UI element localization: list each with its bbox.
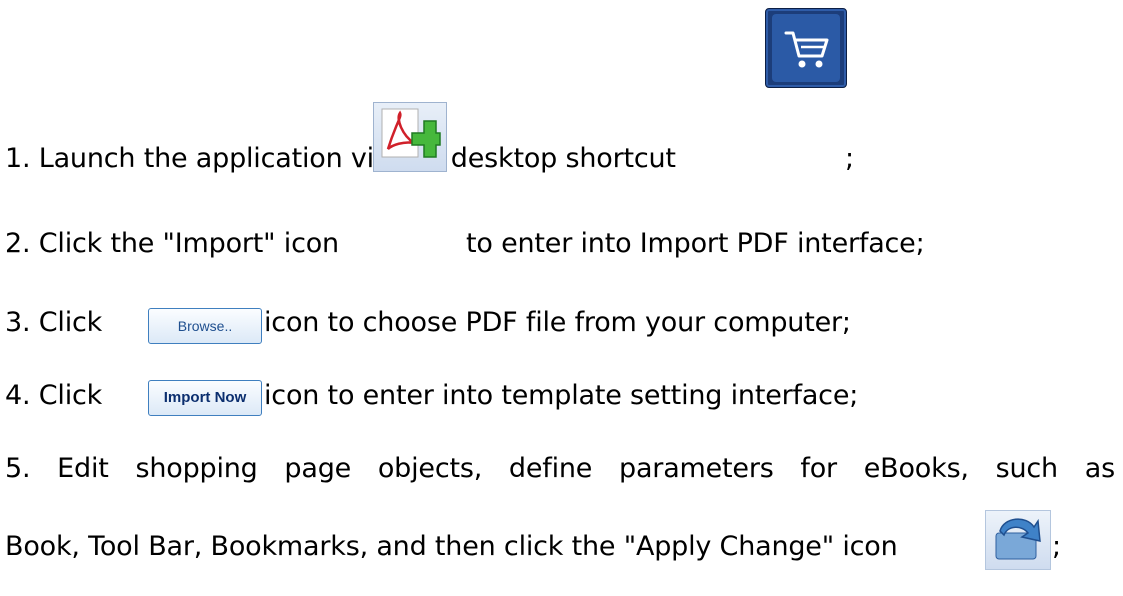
browse-button[interactable]: Browse.. xyxy=(148,308,262,344)
shopping-cart-icon[interactable] xyxy=(765,8,847,88)
step-1-line: 1. Launch the application via the deskto… xyxy=(5,142,676,176)
step-4-prefix: 4. Click xyxy=(5,380,103,411)
step-3-prefix: 3. Click xyxy=(5,307,103,338)
import-pdf-icon[interactable] xyxy=(373,102,447,172)
step-1-text: 1. Launch the application via the deskto… xyxy=(5,143,676,174)
step-3-suffix: icon to choose PDF file from your comput… xyxy=(264,307,851,338)
step-5-line-1: 5. Edit shopping page objects, define pa… xyxy=(5,453,1115,484)
step-2-suffix: to enter into Import PDF interface; xyxy=(466,228,925,259)
step-5-suffix: ; xyxy=(1052,531,1061,562)
apply-change-icon[interactable] xyxy=(985,510,1051,570)
step-5-line-2: Book, Tool Bar, Bookmarks, and then clic… xyxy=(5,531,898,562)
step-1-suffix: ; xyxy=(845,143,854,174)
import-now-button[interactable]: Import Now xyxy=(148,380,262,416)
step-4-suffix: icon to enter into template setting inte… xyxy=(264,380,859,411)
step-2-prefix: 2. Click the "Import" icon xyxy=(5,228,339,259)
